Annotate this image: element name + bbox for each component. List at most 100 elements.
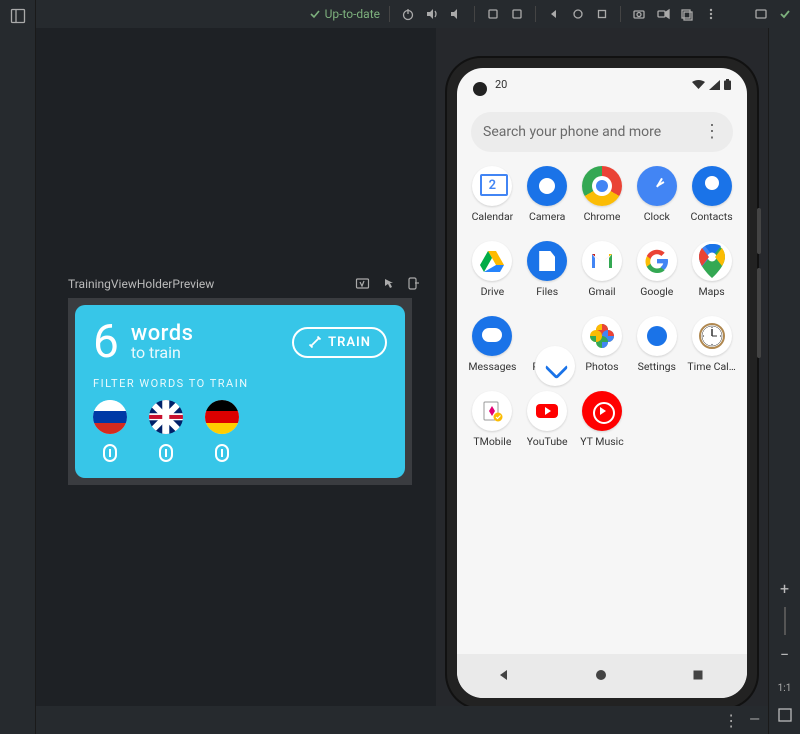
app-maps[interactable]: Maps	[684, 241, 739, 298]
app-label: Camera	[529, 210, 565, 223]
nav-overview-icon[interactable]	[691, 668, 707, 684]
app-gmail[interactable]: Gmail	[575, 241, 630, 298]
settings-icon	[637, 316, 677, 356]
sync-status-label: Up-to-date	[325, 7, 380, 21]
volume-up-icon[interactable]	[423, 5, 441, 23]
app-label: Chrome	[584, 210, 621, 223]
preview-title: TrainingViewHolderPreview	[68, 277, 214, 291]
calendar-icon	[472, 166, 512, 206]
phone-icon	[535, 346, 575, 386]
status-time: 20	[495, 78, 507, 91]
train-button-label: TRAIN	[328, 335, 371, 350]
maps-icon	[692, 241, 732, 281]
preview-header: TrainingViewHolderPreview	[68, 276, 420, 291]
right-tool-gutter: + − 1:1	[768, 28, 800, 734]
app-chrome[interactable]: Chrome	[575, 166, 630, 223]
toggle-pill-icon	[159, 444, 173, 462]
search-bar[interactable]: Search your phone and more ⋮	[471, 112, 733, 152]
germany-flag-icon	[205, 400, 239, 434]
clock-icon	[637, 166, 677, 206]
flag-russia[interactable]	[93, 400, 127, 462]
nav-home-icon[interactable]	[594, 668, 610, 684]
window-icon[interactable]	[752, 5, 770, 23]
app-calendar[interactable]: Calendar	[465, 166, 520, 223]
app-photos[interactable]: Photos	[575, 316, 630, 373]
zoom-out-button[interactable]: −	[774, 643, 796, 665]
app-label: Messages	[468, 360, 516, 373]
volume-down-icon[interactable]	[447, 5, 465, 23]
phone-screen[interactable]: 20 Search your phone and more ⋮ Calendar	[457, 68, 747, 698]
flag-germany[interactable]	[205, 400, 239, 462]
check-icon[interactable]	[776, 5, 794, 23]
app-ytmusic[interactable]: YT Music	[575, 391, 630, 448]
apps-grid: Calendar Camera Chrome Clock Contacts Drive Fi…	[465, 166, 739, 448]
toggle-pill-icon	[215, 444, 229, 462]
dumbbell-icon	[308, 335, 322, 349]
ytmusic-icon	[582, 391, 622, 431]
app-files[interactable]: Files	[520, 241, 575, 298]
battery-icon	[724, 79, 731, 90]
animation-preview-icon[interactable]	[355, 276, 370, 291]
drive-icon	[472, 241, 512, 281]
uk-flag-icon	[149, 400, 183, 434]
app-label: Drive	[481, 285, 505, 298]
top-toolbar: Up-to-date	[36, 0, 800, 28]
snapshot-icon[interactable]	[678, 5, 696, 23]
tmobile-icon	[472, 391, 512, 431]
left-tool-gutter	[0, 0, 36, 734]
to-train-label: to train	[131, 345, 194, 362]
app-clock[interactable]: Clock	[629, 166, 684, 223]
app-timecal[interactable]: Time Cal…	[684, 316, 739, 373]
zoom-slider[interactable]	[784, 607, 786, 635]
more-vert-icon[interactable]: ⋮	[723, 711, 739, 730]
zoom-1to1-button[interactable]: 1:1	[778, 683, 792, 694]
home-icon[interactable]	[569, 5, 587, 23]
app-messages[interactable]: Messages	[465, 316, 520, 373]
contacts-icon	[692, 166, 732, 206]
phone-frame: 20 Search your phone and more ⋮ Calendar	[447, 58, 757, 708]
sync-status: Up-to-date	[309, 7, 380, 21]
app-youtube[interactable]: YouTube	[520, 391, 575, 448]
rotate-right-icon[interactable]	[508, 5, 526, 23]
deploy-preview-icon[interactable]	[405, 276, 420, 291]
power-icon[interactable]	[399, 5, 417, 23]
nav-back-icon[interactable]	[497, 668, 513, 684]
app-label: Time Cal…	[687, 360, 735, 373]
app-camera[interactable]: Camera	[520, 166, 575, 223]
screenshot-icon[interactable]	[630, 5, 648, 23]
app-settings[interactable]: Settings	[629, 316, 684, 373]
zoom-fit-button[interactable]	[774, 704, 796, 726]
camera-icon	[527, 166, 567, 206]
app-phone[interactable]: Phone	[520, 316, 575, 373]
app-label: Google	[640, 285, 673, 298]
app-drive[interactable]: Drive	[465, 241, 520, 298]
train-button[interactable]: TRAIN	[292, 327, 387, 358]
word-count: 6	[93, 319, 119, 365]
layout-icon[interactable]	[8, 6, 28, 26]
record-icon[interactable]	[654, 5, 672, 23]
app-contacts[interactable]: Contacts	[684, 166, 739, 223]
more-vert-icon[interactable]: ⋮	[703, 123, 721, 141]
bottom-status-bar: ⋮ —	[36, 706, 768, 734]
app-label: Clock	[644, 210, 670, 223]
more-vert-icon[interactable]	[702, 5, 720, 23]
training-card: 6 words to train TRAIN FILTER WORDS	[75, 305, 405, 478]
timecal-icon	[692, 316, 732, 356]
status-bar: 20	[457, 78, 747, 91]
app-label: YouTube	[527, 435, 568, 448]
google-icon	[637, 241, 677, 281]
app-label: Files	[536, 285, 558, 298]
minimize-icon[interactable]: —	[749, 712, 760, 728]
app-label: Contacts	[691, 210, 733, 223]
app-tmobile[interactable]: TMobile	[465, 391, 520, 448]
overview-icon[interactable]	[593, 5, 611, 23]
app-label: Maps	[698, 285, 724, 298]
back-icon[interactable]	[545, 5, 563, 23]
rotate-left-icon[interactable]	[484, 5, 502, 23]
flag-uk[interactable]	[149, 400, 183, 462]
interactive-preview-icon[interactable]	[380, 276, 395, 291]
app-label: Settings	[638, 360, 676, 373]
russia-flag-icon	[93, 400, 127, 434]
app-google[interactable]: Google	[629, 241, 684, 298]
zoom-in-button[interactable]: +	[774, 577, 796, 599]
